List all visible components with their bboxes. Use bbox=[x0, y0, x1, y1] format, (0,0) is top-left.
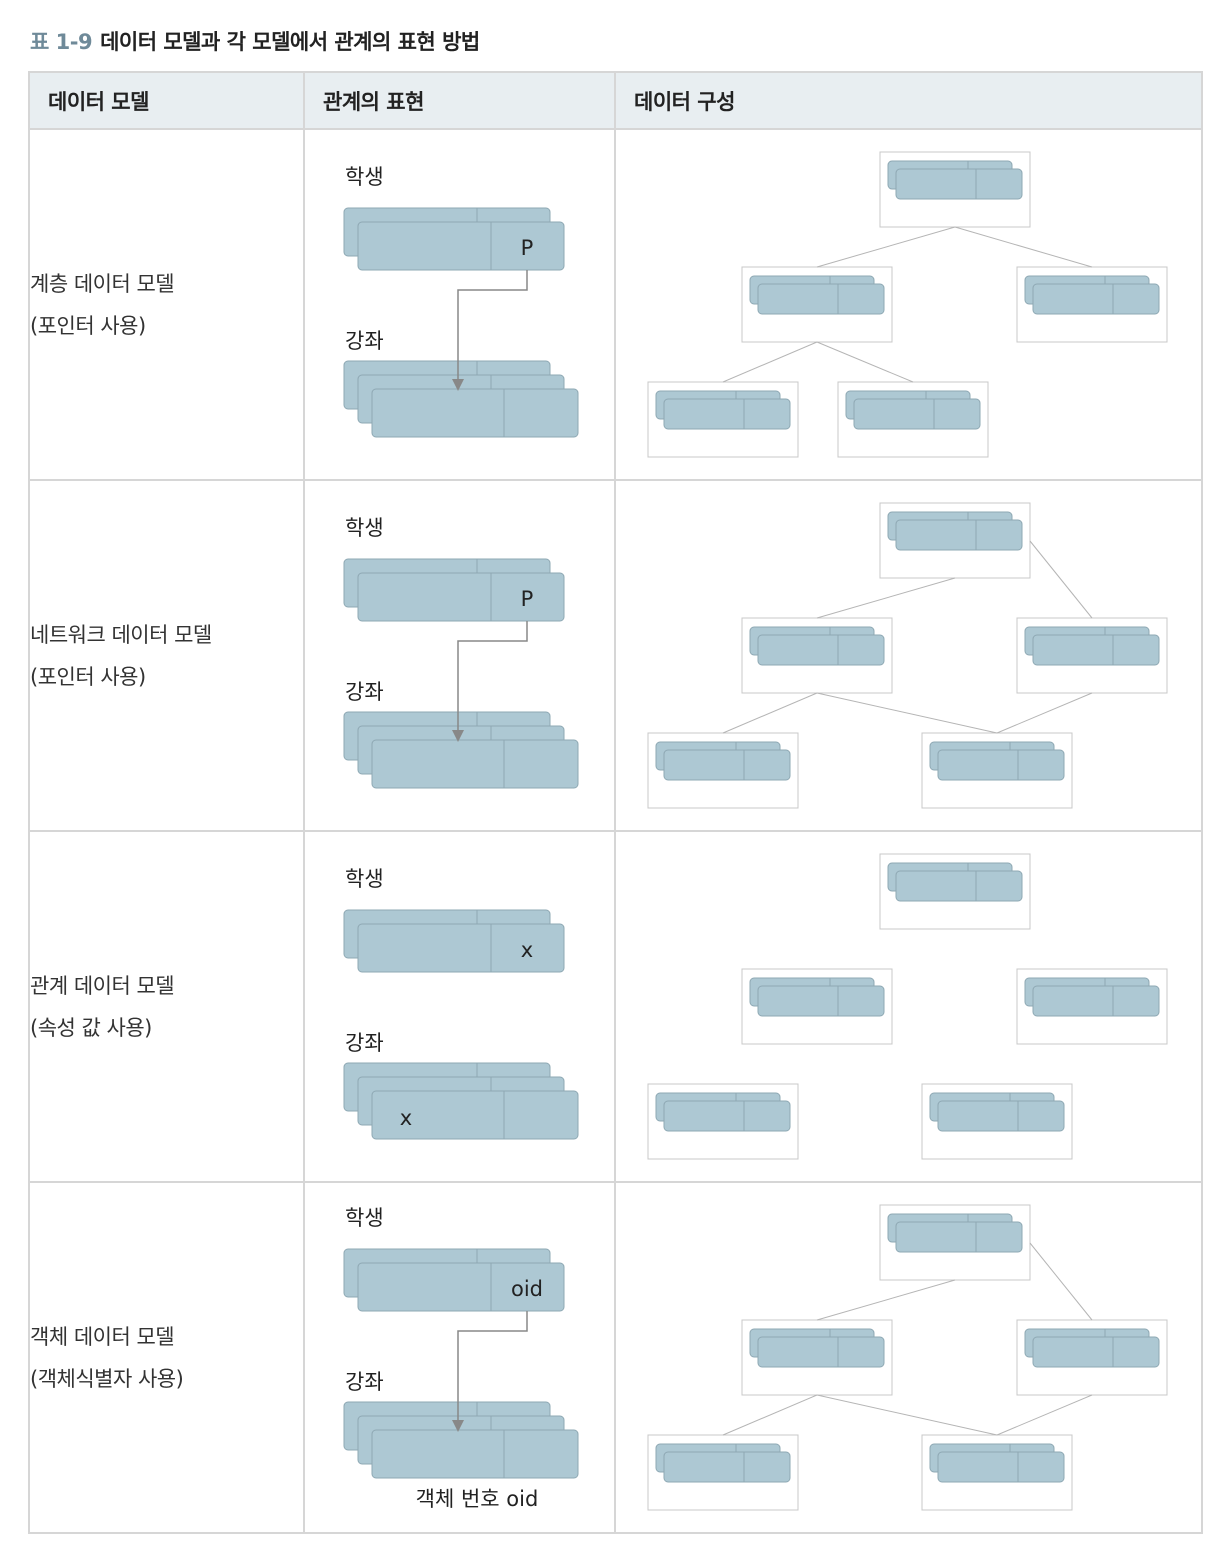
header-relationship: 관계의 표현 bbox=[303, 71, 616, 130]
structure-cell bbox=[614, 1181, 1203, 1534]
relationship-line bbox=[816, 226, 956, 268]
child-record-front bbox=[371, 739, 579, 789]
record-front bbox=[663, 398, 791, 430]
model-name-cell: 관계 데이터 모델 (속성 값 사용) bbox=[28, 830, 305, 1183]
table-row: 관계 데이터 모델 (속성 값 사용) 학생 x 강좌 x bbox=[28, 830, 1203, 1183]
relationship-line bbox=[954, 226, 1093, 268]
relationship-line bbox=[816, 1394, 998, 1436]
model-method: (포인터 사용) bbox=[30, 664, 146, 689]
header-data-structure: 데이터 구성 bbox=[614, 71, 1203, 130]
record-front bbox=[937, 1100, 1065, 1132]
model-name: 관계 데이터 모델 bbox=[30, 973, 175, 998]
relationship-line bbox=[722, 341, 818, 383]
model-name: 네트워크 데이터 모델 bbox=[30, 622, 212, 647]
structure-diagram bbox=[647, 502, 1168, 809]
child-record-label: 강좌 bbox=[345, 1031, 384, 1055]
relationship-line bbox=[816, 692, 998, 734]
child-record-field: x bbox=[400, 1106, 412, 1130]
model-name: 계층 데이터 모델 bbox=[30, 271, 175, 296]
relationship-diagram: 학생 P 강좌 bbox=[343, 165, 579, 438]
record-front bbox=[853, 398, 981, 430]
structure-cell bbox=[614, 128, 1203, 481]
table-caption: 표 1-9 데이터 모델과 각 모델에서 관계의 표현 방법 bbox=[30, 26, 480, 56]
record-front bbox=[757, 985, 885, 1017]
record-front bbox=[895, 870, 1023, 902]
record-front bbox=[663, 1100, 791, 1132]
structure-diagram bbox=[647, 1204, 1168, 1511]
model-method: (객체식별자 사용) bbox=[30, 1366, 184, 1391]
child-record-label: 강좌 bbox=[345, 680, 384, 704]
model-name-cell: 계층 데이터 모델 (포인터 사용) bbox=[28, 128, 305, 481]
parent-record-field: x bbox=[521, 938, 533, 962]
table-row: 계층 데이터 모델 (포인터 사용) 학생 P 강좌 bbox=[28, 128, 1203, 481]
child-record-note: 객체 번호 oid bbox=[416, 1487, 539, 1511]
data-model-table: 데이터 모델 관계의 표현 데이터 구성 계층 데이터 모델 (포인터 사용) … bbox=[28, 71, 1203, 1534]
record-front bbox=[937, 1451, 1065, 1483]
relationship-diagram: 학생 x 강좌 x bbox=[343, 867, 579, 1140]
record-front bbox=[1032, 283, 1160, 315]
parent-record-field: P bbox=[521, 236, 534, 260]
record-front bbox=[757, 1336, 885, 1368]
record-front bbox=[757, 634, 885, 666]
structure-diagram bbox=[647, 151, 1168, 458]
caption-title: 데이터 모델과 각 모델에서 관계의 표현 방법 bbox=[100, 30, 480, 54]
structure-diagram bbox=[647, 853, 1168, 1160]
record-front bbox=[895, 519, 1023, 551]
record-front bbox=[1032, 634, 1160, 666]
relationship-line bbox=[816, 577, 956, 619]
child-record-front bbox=[371, 1429, 579, 1479]
child-record-label: 강좌 bbox=[345, 1370, 384, 1394]
table-row: 객체 데이터 모델 (객체식별자 사용) 학생 oid 강좌객체 번호 oid bbox=[28, 1181, 1203, 1534]
relationship-line bbox=[1029, 1242, 1093, 1321]
record-front bbox=[937, 749, 1065, 781]
relationship-cell: 학생 oid 강좌객체 번호 oid bbox=[303, 1181, 616, 1534]
relationship-line bbox=[1029, 540, 1093, 619]
model-name: 객체 데이터 모델 bbox=[30, 1324, 175, 1349]
model-name-cell: 네트워크 데이터 모델 (포인터 사용) bbox=[28, 479, 305, 832]
parent-record-label: 학생 bbox=[345, 165, 384, 189]
record-front bbox=[1032, 985, 1160, 1017]
record-front bbox=[1032, 1336, 1160, 1368]
relationship-cell: 학생 x 강좌 x bbox=[303, 830, 616, 1183]
relationship-line bbox=[722, 1394, 818, 1436]
header-data-model: 데이터 모델 bbox=[28, 71, 305, 130]
relationship-diagram: 학생 P 강좌 bbox=[343, 516, 579, 789]
record-front bbox=[757, 283, 885, 315]
model-method: (포인터 사용) bbox=[30, 313, 146, 338]
table-row: 네트워크 데이터 모델 (포인터 사용) 학생 P 강좌 bbox=[28, 479, 1203, 832]
parent-record-label: 학생 bbox=[345, 1206, 384, 1230]
model-method: (속성 값 사용) bbox=[30, 1015, 152, 1040]
parent-record-label: 학생 bbox=[345, 867, 384, 891]
relationship-line bbox=[816, 1279, 956, 1321]
relationship-line bbox=[722, 692, 818, 734]
relationship-cell: 학생 P 강좌 bbox=[303, 128, 616, 481]
parent-record-label: 학생 bbox=[345, 516, 384, 540]
parent-record-field: oid bbox=[511, 1277, 543, 1301]
relationship-line bbox=[996, 1394, 1093, 1436]
caption-number: 표 1-9 bbox=[30, 30, 93, 54]
record-front bbox=[663, 749, 791, 781]
parent-record-field: P bbox=[521, 587, 534, 611]
header-row: 데이터 모델 관계의 표현 데이터 구성 bbox=[28, 71, 1203, 130]
record-front bbox=[663, 1451, 791, 1483]
record-front bbox=[895, 1221, 1023, 1253]
record-front bbox=[895, 168, 1023, 200]
child-record-label: 강좌 bbox=[345, 329, 384, 353]
relationship-line bbox=[996, 692, 1093, 734]
model-name-cell: 객체 데이터 모델 (객체식별자 사용) bbox=[28, 1181, 305, 1534]
relationship-line bbox=[816, 341, 914, 383]
structure-cell bbox=[614, 830, 1203, 1183]
relationship-cell: 학생 P 강좌 bbox=[303, 479, 616, 832]
child-record-front bbox=[371, 388, 579, 438]
structure-cell bbox=[614, 479, 1203, 832]
relationship-diagram: 학생 oid 강좌객체 번호 oid bbox=[343, 1206, 579, 1511]
